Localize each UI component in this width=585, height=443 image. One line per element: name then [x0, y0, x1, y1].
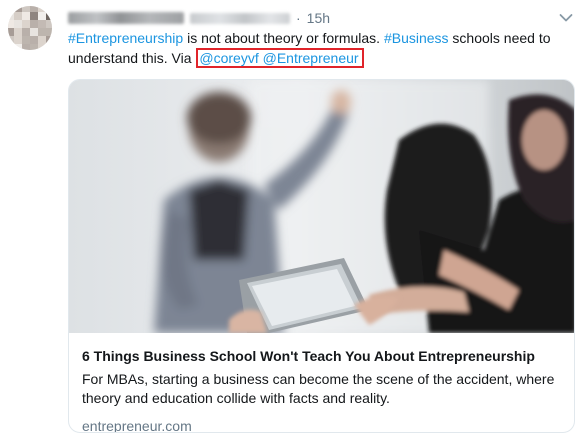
mention-entrepreneur[interactable]: @Entrepreneur — [263, 50, 359, 66]
avatar-pixel — [46, 20, 52, 28]
card-title[interactable]: 6 Things Business School Won't Teach You… — [82, 346, 561, 366]
avatar-pixel — [30, 44, 38, 50]
author-handle-redacted[interactable] — [190, 12, 290, 24]
avatar-pixel — [14, 28, 22, 36]
avatar-pixel — [22, 12, 30, 20]
avatar-pixel — [14, 36, 22, 44]
author-name-redacted[interactable] — [68, 12, 184, 24]
avatar-pixel — [46, 36, 52, 44]
hashtag-business[interactable]: #Business — [384, 30, 449, 46]
avatar-pixel — [22, 36, 30, 44]
avatar-pixel — [14, 44, 22, 50]
chevron-down-icon[interactable] — [559, 10, 573, 22]
header-separator: · — [296, 10, 301, 26]
tweet-text-segment: is not about theory or formulas. — [183, 30, 384, 46]
avatar-pixel — [46, 28, 52, 36]
avatar-pixel — [46, 44, 52, 50]
link-card[interactable]: 6 Things Business School Won't Teach You… — [68, 79, 575, 433]
avatar-pixel — [38, 36, 46, 44]
avatar[interactable] — [8, 6, 52, 50]
avatar-pixel — [22, 28, 30, 36]
avatar-pixel — [30, 20, 38, 28]
avatar-pixel — [22, 20, 30, 28]
avatar-pixel — [30, 28, 38, 36]
card-body: 6 Things Business School Won't Teach You… — [69, 333, 574, 433]
avatar-pixel — [14, 12, 22, 20]
tweet: · 15h #Entrepreneurship is not about the… — [0, 0, 585, 443]
card-domain: entrepreneur.com — [82, 418, 192, 433]
tweet-timestamp[interactable]: 15h — [307, 10, 330, 26]
tweet-text: #Entrepreneurship is not about theory or… — [68, 28, 573, 68]
hashtag-entrepreneurship[interactable]: #Entrepreneurship — [68, 30, 183, 46]
avatar-pixel — [38, 44, 46, 50]
avatar-pixel — [38, 20, 46, 28]
avatar-pixel — [38, 28, 46, 36]
card-image[interactable] — [69, 80, 574, 333]
avatar-pixel — [22, 44, 30, 50]
avatar-pixel — [30, 12, 38, 20]
card-description: For MBAs, starting a business can become… — [82, 371, 555, 406]
avatar-pixel — [38, 12, 46, 20]
mentions-highlight-box: @coreyvf @Entrepreneur — [196, 48, 364, 68]
avatar-pixel — [14, 20, 22, 28]
avatar-pixel — [46, 12, 52, 20]
tweet-header: · 15h — [68, 8, 330, 28]
avatar-pixel — [30, 36, 38, 44]
mention-coreyvf[interactable]: @coreyvf — [199, 50, 258, 66]
